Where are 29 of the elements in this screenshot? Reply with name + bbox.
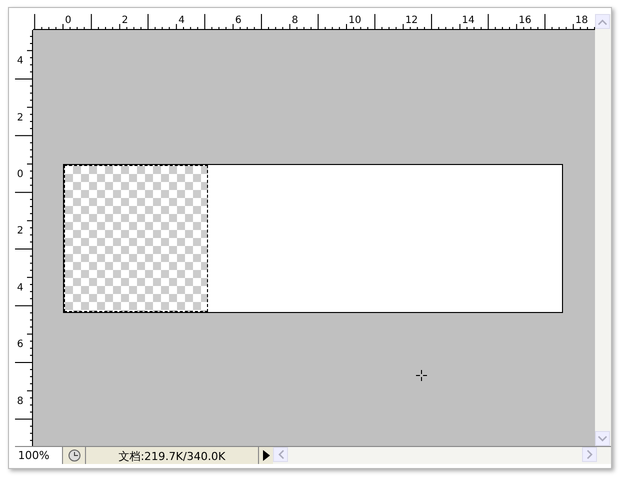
- ruler-label: 4: [178, 15, 185, 26]
- document-size-info: 文档:219.7K/340.0K: [86, 447, 259, 464]
- ruler-label: 2: [17, 226, 24, 237]
- clock-icon: [68, 449, 80, 462]
- status-button[interactable]: [63, 447, 86, 464]
- vertical-scrollbar[interactable]: [595, 14, 611, 446]
- crosshair-cursor-icon: [416, 370, 427, 381]
- scroll-up-button[interactable]: [595, 14, 610, 29]
- ruler-label: 2: [122, 15, 128, 26]
- ruler-label: 4: [17, 282, 24, 294]
- ruler-label: 18: [575, 15, 588, 26]
- ruler-label: 6: [235, 15, 242, 26]
- ruler-label: 2: [17, 112, 24, 124]
- ruler-label: 0: [65, 15, 72, 26]
- horizontal-scrollbar[interactable]: [273, 447, 611, 464]
- scroll-down-button[interactable]: [595, 431, 610, 446]
- play-arrow-icon: [262, 450, 270, 461]
- ruler-label: 8: [17, 396, 24, 407]
- ruler-label: 4: [17, 56, 24, 67]
- ruler-label: 8: [292, 15, 298, 26]
- ruler-label: 12: [405, 15, 418, 26]
- menu-button[interactable]: [259, 447, 273, 464]
- ruler-label: 10: [348, 15, 362, 26]
- scroll-right-button[interactable]: [582, 447, 597, 462]
- transparent-selection[interactable]: [64, 165, 208, 312]
- ruler-label: 14: [462, 15, 475, 26]
- ruler-label: 16: [518, 15, 532, 26]
- ruler-label: 0: [17, 169, 24, 180]
- ruler-label: 6: [17, 339, 24, 350]
